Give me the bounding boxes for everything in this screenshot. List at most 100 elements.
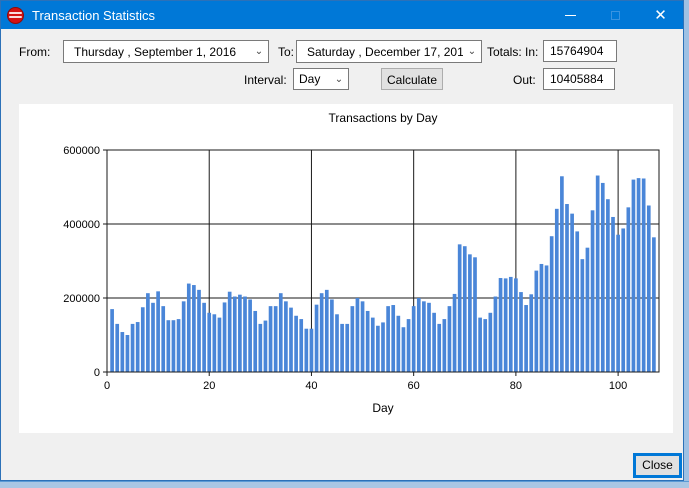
minimize-button[interactable] (548, 1, 593, 29)
bar-day-75 (488, 313, 492, 372)
close-window-button[interactable]: ✕ (638, 1, 683, 29)
bar-day-20 (207, 313, 211, 372)
bar-day-34 (279, 293, 283, 372)
close-button[interactable]: Close (633, 453, 682, 478)
bar-day-87 (550, 236, 554, 372)
bar-day-86 (545, 265, 549, 372)
bar-day-15 (182, 301, 186, 372)
to-date-picker[interactable]: Saturday , December 17, 2016 ⌄ (296, 40, 482, 63)
bar-day-95 (591, 210, 595, 372)
bar-day-64 (432, 313, 436, 372)
app-icon (7, 7, 24, 24)
bar-day-58 (402, 327, 406, 372)
bar-day-21 (212, 314, 216, 372)
close-icon: ✕ (654, 6, 667, 24)
bar-day-84 (534, 271, 538, 372)
bar-day-47 (345, 324, 349, 372)
window-title: Transaction Statistics (32, 8, 548, 23)
bar-day-41 (315, 305, 319, 372)
bar-day-2 (115, 324, 119, 372)
minimize-icon (565, 15, 576, 16)
bar-day-44 (330, 299, 334, 372)
svg-text:400000: 400000 (63, 219, 100, 231)
bar-day-91 (570, 214, 574, 372)
bar-day-81 (519, 292, 523, 372)
bar-day-66 (442, 319, 446, 372)
bar-day-65 (437, 324, 441, 372)
chart-title: Transactions by Day (329, 111, 438, 125)
interval-label: Interval: (244, 73, 287, 87)
bar-day-96 (596, 176, 600, 372)
bar-day-56 (391, 305, 395, 372)
bar-day-29 (253, 311, 257, 372)
bar-day-37 (294, 316, 298, 372)
bar-day-25 (233, 297, 237, 372)
bar-day-97 (601, 183, 605, 372)
bar-day-103 (632, 180, 636, 372)
interval-select[interactable]: Day ⌄ (293, 68, 349, 90)
bar-day-80 (514, 278, 518, 372)
bar-day-6 (136, 322, 140, 372)
bar-day-73 (478, 318, 482, 372)
bar-day-32 (269, 306, 273, 372)
bar-day-90 (565, 204, 569, 372)
bar-day-63 (427, 303, 431, 372)
bar-day-70 (463, 246, 467, 372)
transaction-statistics-dialog: Transaction Statistics ✕ From: Thursday … (0, 0, 684, 481)
totals-in-label: Totals: In: (487, 45, 538, 59)
bar-day-93 (580, 259, 584, 372)
bar-day-60 (412, 306, 416, 372)
from-date-picker[interactable]: Thursday , September 1, 2016 ⌄ (63, 40, 269, 63)
bar-day-10 (156, 291, 160, 372)
bar-day-17 (192, 285, 196, 372)
svg-text:20: 20 (203, 380, 215, 392)
bar-day-14 (177, 319, 181, 372)
bar-day-45 (335, 314, 339, 372)
svg-text:200000: 200000 (63, 293, 100, 305)
bar-day-61 (417, 298, 421, 372)
interval-value: Day (294, 72, 330, 86)
svg-text:40: 40 (305, 380, 317, 392)
bar-day-82 (524, 305, 528, 372)
maximize-button[interactable] (593, 1, 638, 29)
bar-day-4 (126, 335, 130, 372)
bar-day-57 (396, 316, 400, 372)
svg-text:0: 0 (94, 367, 100, 379)
bar-day-54 (381, 322, 385, 372)
bar-day-43 (325, 290, 329, 372)
bar-day-50 (361, 301, 365, 372)
bar-day-31 (264, 321, 268, 372)
bar-day-74 (483, 319, 487, 372)
bar-day-79 (509, 277, 513, 372)
bar-day-18 (197, 290, 201, 372)
titlebar[interactable]: Transaction Statistics ✕ (1, 1, 683, 29)
bar-day-3 (120, 332, 124, 372)
to-label: To: (278, 45, 294, 59)
bar-day-22 (218, 318, 222, 372)
bar-day-36 (289, 308, 293, 372)
bar-day-76 (494, 297, 498, 372)
bar-day-55 (386, 306, 390, 372)
bar-day-106 (647, 206, 651, 373)
chart-panel: Transactions by Day020000040000060000002… (19, 104, 673, 433)
bar-day-9 (151, 303, 155, 372)
bar-day-107 (652, 237, 656, 372)
bar-day-38 (299, 319, 303, 372)
bar-day-101 (621, 228, 625, 372)
chevron-down-icon: ⌄ (250, 46, 268, 57)
bar-day-94 (586, 248, 590, 372)
bar-day-77 (499, 278, 503, 372)
bar-day-102 (626, 207, 630, 372)
bar-day-69 (458, 244, 462, 372)
bar-day-23 (223, 302, 227, 372)
bar-day-40 (310, 329, 314, 372)
bar-day-51 (366, 311, 370, 372)
bar-day-48 (350, 306, 354, 372)
bar-day-35 (284, 301, 288, 372)
chevron-down-icon: ⌄ (330, 74, 348, 85)
calculate-button[interactable]: Calculate (381, 68, 443, 90)
totals-in-field[interactable]: 15764904 (543, 40, 617, 62)
bar-day-78 (504, 278, 508, 372)
bar-day-52 (371, 318, 375, 372)
totals-out-field[interactable]: 10405884 (543, 68, 615, 90)
